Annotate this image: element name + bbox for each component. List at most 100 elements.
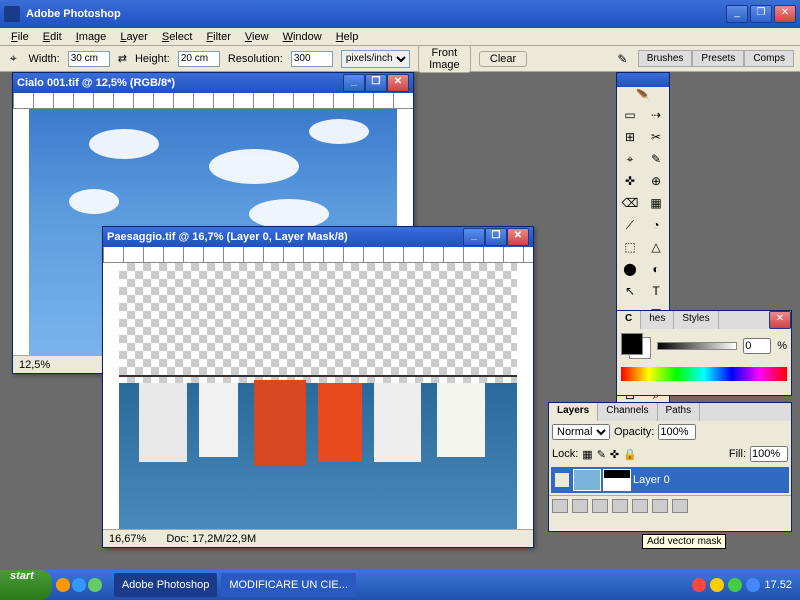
color-ramp[interactable] <box>621 367 787 381</box>
layer-name[interactable]: Layer 0 <box>633 474 670 486</box>
move-tool[interactable]: ⇢ <box>643 104 669 126</box>
menu-edit[interactable]: Edit <box>36 30 69 44</box>
shape-tool[interactable]: T <box>643 280 669 302</box>
clock[interactable]: 17.52 <box>764 579 792 591</box>
resolution-input[interactable] <box>291 51 333 67</box>
doc1-titlebar[interactable]: Cialo 001.tif @ 12,5% (RGB/8*) _ ❐ ✕ <box>13 73 413 93</box>
gradient-tool[interactable]: ◔ <box>643 214 669 236</box>
layers-palette[interactable]: Layers Channels Paths Normal Opacity: Lo… <box>548 402 792 532</box>
type-tool[interactable]: ◐ <box>643 258 669 280</box>
styles-tab[interactable]: Styles <box>674 311 718 329</box>
color-slider[interactable] <box>657 342 737 350</box>
task-photoshop[interactable]: Adobe Photoshop <box>114 573 217 597</box>
doc2-close[interactable]: ✕ <box>507 228 529 246</box>
app-title: Adobe Photoshop <box>26 8 726 20</box>
lock-all-icon[interactable]: 🔒 <box>623 448 637 461</box>
doc1-zoom[interactable]: 12,5% <box>19 359 50 371</box>
task-other[interactable]: MODIFICARE UN CIE... <box>221 573 356 597</box>
maximize-button[interactable]: ❐ <box>750 5 772 23</box>
quicklaunch-icon[interactable] <box>72 578 86 592</box>
color-value[interactable] <box>743 338 771 354</box>
crop-tool-icon[interactable]: ⌖ <box>6 48 21 70</box>
tab-comps[interactable]: Comps <box>744 50 794 67</box>
layers-tab[interactable]: Layers <box>549 403 598 421</box>
crop-tool[interactable]: ⌖ <box>617 148 643 170</box>
system-tray[interactable]: 17.52 <box>684 578 800 592</box>
wand-tool[interactable]: ✂ <box>643 126 669 148</box>
link-icon[interactable] <box>552 499 568 513</box>
paths-tab[interactable]: Paths <box>658 403 701 421</box>
lock-move-icon[interactable]: ✜ <box>610 448 619 461</box>
new-group-icon[interactable] <box>612 499 628 513</box>
tab-brushes[interactable]: Brushes <box>638 50 693 67</box>
blur-tool[interactable]: ⬚ <box>617 236 643 258</box>
doc2-canvas[interactable] <box>119 263 517 529</box>
doc1-close[interactable]: ✕ <box>387 74 409 92</box>
document-window-2[interactable]: Paesaggio.tif @ 16,7% (Layer 0, Layer Ma… <box>102 226 534 548</box>
tray-icon[interactable] <box>692 578 706 592</box>
workspace: Cialo 001.tif @ 12,5% (RGB/8*) _ ❐ ✕ 12,… <box>0 72 800 570</box>
doc1-maximize[interactable]: ❐ <box>365 74 387 92</box>
width-input[interactable] <box>68 51 110 67</box>
add-mask-icon[interactable] <box>592 499 608 513</box>
menu-image[interactable]: Image <box>69 30 114 44</box>
doc2-minimize[interactable]: _ <box>463 228 485 246</box>
swatches-tab[interactable]: hes <box>641 311 674 329</box>
slice-tool[interactable]: ✎ <box>643 148 669 170</box>
doc1-minimize[interactable]: _ <box>343 74 365 92</box>
new-layer-icon[interactable] <box>652 499 668 513</box>
doc2-titlebar[interactable]: Paesaggio.tif @ 16,7% (Layer 0, Layer Ma… <box>103 227 533 247</box>
layer-thumb[interactable] <box>573 469 601 491</box>
lock-brush-icon[interactable]: ✎ <box>597 448 606 461</box>
clear-button[interactable]: Clear <box>479 51 527 67</box>
visibility-icon[interactable] <box>555 473 569 487</box>
brush-toggle-icon[interactable]: ✎ <box>615 48 630 70</box>
app-titlebar: Adobe Photoshop _ ❐ ✕ <box>0 0 800 28</box>
tab-presets[interactable]: Presets <box>692 50 744 67</box>
marquee-tool[interactable]: ▭ <box>617 104 643 126</box>
menu-filter[interactable]: Filter <box>199 30 237 44</box>
mask-thumb[interactable] <box>603 469 631 491</box>
front-image-button[interactable]: Front Image <box>418 45 471 73</box>
adjustment-icon[interactable] <box>632 499 648 513</box>
lock-transparency-icon[interactable]: ▦ <box>582 448 592 461</box>
brush-tool[interactable]: ⊕ <box>643 170 669 192</box>
blend-mode-select[interactable]: Normal <box>552 424 610 440</box>
lasso-tool[interactable]: ⊞ <box>617 126 643 148</box>
quicklaunch-icon[interactable] <box>56 578 70 592</box>
color-palette[interactable]: C hes Styles ✕ % <box>616 310 792 396</box>
menu-select[interactable]: Select <box>155 30 200 44</box>
pen-tool[interactable]: ↖ <box>617 280 643 302</box>
color-close[interactable]: ✕ <box>769 311 791 329</box>
menu-layer[interactable]: Layer <box>113 30 155 44</box>
opacity-input[interactable] <box>658 424 696 440</box>
fill-input[interactable] <box>750 446 788 462</box>
stamp-tool[interactable]: ⌫ <box>617 192 643 214</box>
dodge-tool[interactable]: △ <box>643 236 669 258</box>
delete-layer-icon[interactable] <box>672 499 688 513</box>
menu-file[interactable]: File <box>4 30 36 44</box>
tray-icon[interactable] <box>728 578 742 592</box>
color-tab[interactable]: C <box>617 311 641 329</box>
tray-icon[interactable] <box>746 578 760 592</box>
menu-view[interactable]: View <box>238 30 276 44</box>
healing-tool[interactable]: ✜ <box>617 170 643 192</box>
units-select[interactable]: pixels/inch <box>341 50 410 68</box>
menu-window[interactable]: Window <box>276 30 329 44</box>
fx-icon[interactable] <box>572 499 588 513</box>
height-input[interactable] <box>178 51 220 67</box>
minimize-button[interactable]: _ <box>726 5 748 23</box>
menu-help[interactable]: Help <box>329 30 366 44</box>
layer-row[interactable]: Layer 0 <box>551 467 789 493</box>
resolution-label: Resolution: <box>228 53 283 65</box>
eraser-tool[interactable]: ⟋ <box>617 214 643 236</box>
doc2-zoom[interactable]: 16,67% <box>109 533 146 545</box>
history-tool[interactable]: ▦ <box>643 192 669 214</box>
quicklaunch-icon[interactable] <box>88 578 102 592</box>
close-button[interactable]: ✕ <box>774 5 796 23</box>
doc2-maximize[interactable]: ❐ <box>485 228 507 246</box>
start-button[interactable]: start <box>0 570 52 600</box>
channels-tab[interactable]: Channels <box>598 403 657 421</box>
path-tool[interactable]: ⬤ <box>617 258 643 280</box>
tray-icon[interactable] <box>710 578 724 592</box>
